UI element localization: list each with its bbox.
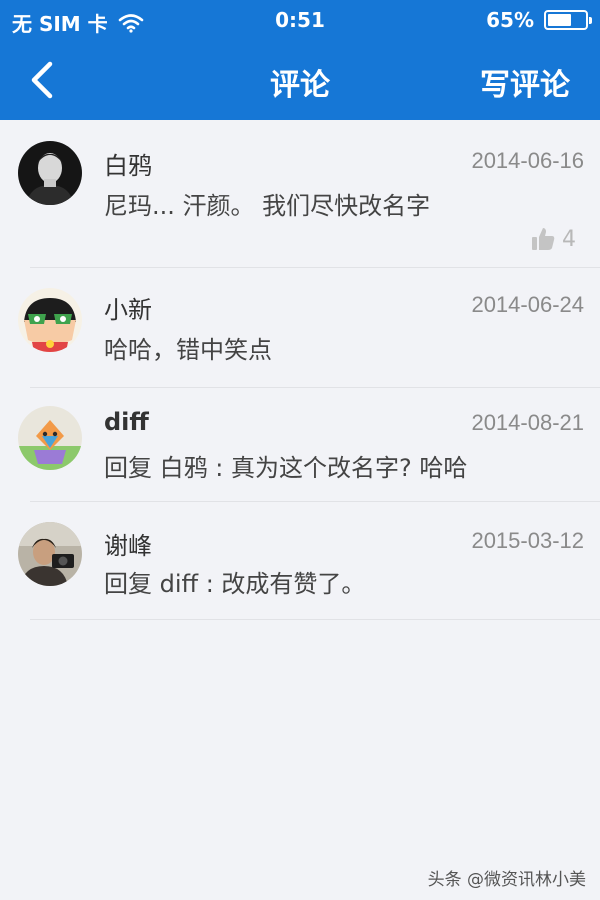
- battery-icon: [544, 10, 592, 30]
- comment-item[interactable]: diff 2014-08-21 回复 白鸦 : 真为这个改名字? 哈哈: [0, 388, 600, 502]
- battery-group: 65%: [486, 8, 592, 32]
- divider: [30, 619, 600, 620]
- comment-text: 哈哈，错中笑点: [104, 336, 272, 364]
- comment-date: 2014-06-24: [471, 292, 584, 317]
- write-comment-button[interactable]: 写评论: [480, 60, 570, 104]
- cartoon-avatar-icon: [18, 288, 82, 352]
- comment-date: 2014-06-16: [471, 148, 584, 173]
- comment-item[interactable]: 白鸦 2014-06-16 尼玛... 汗颜。 我们尽快改名字 4: [0, 120, 600, 268]
- illustrated-avatar-icon: [18, 406, 82, 470]
- avatar[interactable]: [18, 141, 82, 205]
- watermark: 头条 @微资讯林小美: [427, 870, 586, 890]
- comment-text: 尼玛... 汗颜。 我们尽快改名字: [104, 192, 431, 220]
- user-photo-icon: [18, 522, 82, 586]
- avatar[interactable]: [18, 522, 82, 586]
- comment-author: 小新: [104, 296, 152, 324]
- like-button[interactable]: 4: [530, 226, 576, 252]
- comment-author: 白鸦: [104, 152, 152, 180]
- thumbs-up-icon: [532, 228, 555, 250]
- battery-percent: 65%: [486, 8, 534, 32]
- comment-date: 2014-08-21: [471, 410, 584, 435]
- nav-bar: 评论 写评论: [0, 40, 600, 120]
- comment-list: 白鸦 2014-06-16 尼玛... 汗颜。 我们尽快改名字 4 小新 201…: [0, 120, 600, 620]
- comment-text: 回复 白鸦 : 真为这个改名字? 哈哈: [104, 454, 468, 482]
- comment-date: 2015-03-12: [471, 528, 584, 553]
- comment-text: 回复 diff : 改成有赞了。: [104, 570, 366, 598]
- comment-item[interactable]: 谢峰 2015-03-12 回复 diff : 改成有赞了。: [0, 502, 600, 620]
- user-photo-icon: [18, 141, 82, 205]
- comment-item[interactable]: 小新 2014-06-24 哈哈，错中笑点: [0, 268, 600, 388]
- comment-author: 谢峰: [104, 532, 152, 560]
- comment-author: diff: [104, 408, 149, 436]
- top-bar: 无 SIM 卡 0:51 65% 评论 写评论: [0, 0, 600, 120]
- status-bar: 无 SIM 卡 0:51 65%: [0, 0, 600, 40]
- battery-fill: [548, 14, 572, 26]
- like-count: 4: [562, 226, 576, 252]
- avatar[interactable]: [18, 406, 82, 470]
- avatar[interactable]: [18, 288, 82, 352]
